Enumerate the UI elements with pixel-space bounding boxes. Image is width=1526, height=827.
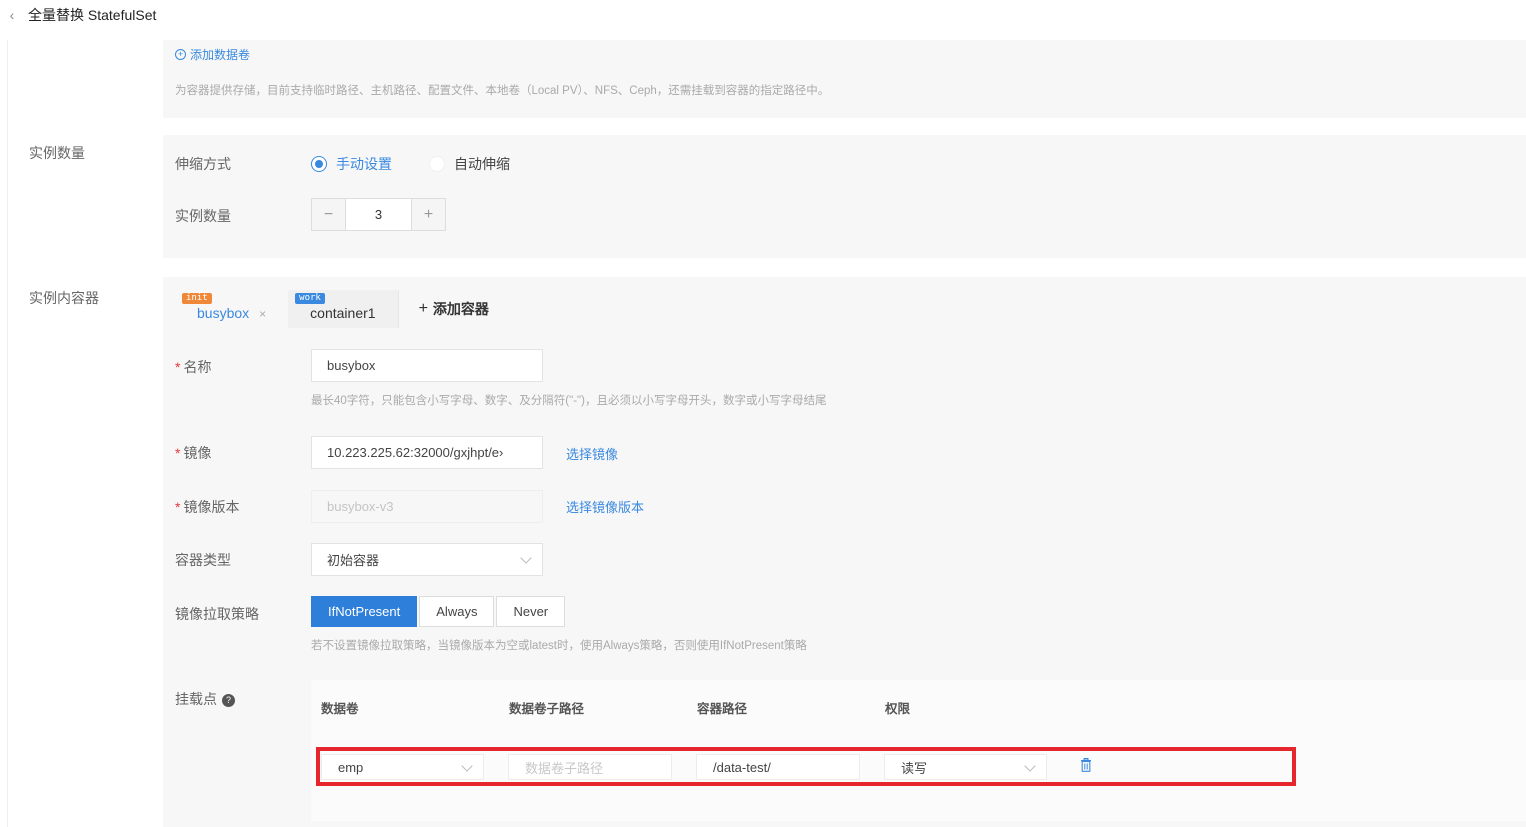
mount-row: emp 数据卷子路径 /data-test/ 读写 bbox=[316, 747, 1296, 786]
containers-section-label: 实例内容器 bbox=[29, 290, 99, 306]
image-label: * 镜像 bbox=[175, 445, 212, 461]
column-header: 权限 bbox=[885, 702, 911, 716]
subpath-input[interactable]: 数据卷子路径 bbox=[508, 754, 672, 780]
container-tabs: init busybox × work container1 + 添加容器 bbox=[175, 290, 509, 328]
column-header: 容器路径 bbox=[697, 702, 748, 716]
volumes-panel bbox=[163, 40, 1526, 118]
pull-option-always[interactable]: Always bbox=[419, 596, 495, 627]
trash-icon[interactable] bbox=[1080, 758, 1092, 772]
plus-circle-icon: + bbox=[175, 49, 186, 60]
radio-dot-icon bbox=[429, 156, 445, 172]
column-header: 数据卷 bbox=[321, 702, 359, 716]
scaling-label: 伸缩方式 bbox=[175, 156, 231, 172]
container-path-input[interactable]: /data-test/ bbox=[696, 754, 860, 780]
volume-value: emp bbox=[338, 759, 364, 775]
replica-count-label: 实例数量 bbox=[175, 208, 231, 224]
add-container-tab[interactable]: + 添加容器 bbox=[397, 290, 509, 328]
permission-select[interactable]: 读写 bbox=[884, 754, 1047, 780]
pull-policy-segmented: IfNotPresent Always Never bbox=[311, 596, 566, 627]
volume-select[interactable]: emp bbox=[321, 754, 484, 780]
replica-count-value[interactable]: 3 bbox=[345, 199, 412, 230]
pull-policy-label: 镜像拉取策略 bbox=[175, 606, 259, 622]
tab-label: container1 bbox=[310, 305, 376, 321]
plus-icon: + bbox=[418, 300, 428, 317]
tab-label: busybox bbox=[197, 305, 250, 321]
help-icon[interactable]: ? bbox=[222, 693, 235, 707]
mount-table: 数据卷 数据卷子路径 容器路径 权限 emp 数据卷子路径 /data-test… bbox=[311, 680, 1526, 821]
name-hint: 最长40字符，只能包含小写字母、数字、及分隔符("-")，且必须以小写字母开头，… bbox=[311, 395, 827, 407]
image-input[interactable]: 10.223.225.62:32000/gxjhpt/e› bbox=[311, 436, 543, 469]
container-type-select[interactable]: 初始容器 bbox=[311, 543, 543, 576]
chevron-down-icon bbox=[461, 760, 473, 772]
mount-label: 挂载点? bbox=[175, 689, 235, 709]
chevron-down-icon bbox=[520, 552, 532, 564]
radio-auto-label: 自动伸缩 bbox=[454, 156, 510, 172]
pull-policy-hint: 若不设置镜像拉取策略，当镜像版本为空或latest时，使用Always策略，否则… bbox=[311, 640, 807, 652]
radio-dot-icon bbox=[311, 156, 327, 172]
select-image-link[interactable]: 选择镜像 bbox=[566, 444, 618, 463]
column-header: 数据卷子路径 bbox=[509, 702, 585, 716]
init-badge: init bbox=[182, 293, 212, 304]
chevron-down-icon bbox=[1024, 760, 1036, 772]
radio-manual-scaling[interactable]: 手动设置 bbox=[311, 154, 392, 174]
pull-option-ifnotpresent[interactable]: IfNotPresent bbox=[311, 596, 418, 627]
add-container-label: 添加容器 bbox=[432, 301, 489, 317]
increment-button[interactable]: + bbox=[412, 199, 445, 230]
replicas-section-label: 实例数量 bbox=[29, 145, 85, 161]
permission-value: 读写 bbox=[901, 760, 928, 776]
close-icon[interactable]: × bbox=[259, 307, 266, 321]
tab-busybox[interactable]: init busybox × bbox=[175, 290, 289, 328]
container-type-label: 容器类型 bbox=[175, 552, 231, 568]
volumes-hint: 为容器提供存储，目前支持临时路径、主机路径、配置文件、本地卷（Local PV）… bbox=[175, 85, 830, 97]
work-badge: work bbox=[295, 293, 325, 304]
radio-auto-scaling[interactable]: 自动伸缩 bbox=[429, 154, 510, 174]
select-image-version-link[interactable]: 选择镜像版本 bbox=[566, 497, 644, 516]
mount-table-header: 数据卷 数据卷子路径 容器路径 权限 bbox=[311, 680, 1526, 730]
decrement-button[interactable]: − bbox=[312, 199, 345, 230]
tab-container1[interactable]: work container1 bbox=[288, 290, 397, 328]
container-name-input[interactable]: busybox bbox=[311, 349, 543, 382]
left-divider bbox=[7, 40, 8, 827]
radio-manual-label: 手动设置 bbox=[336, 156, 392, 172]
back-arrow-icon[interactable]: ‹ bbox=[4, 7, 20, 23]
name-label: * 名称 bbox=[175, 359, 212, 375]
add-volume-label: 添加数据卷 bbox=[190, 48, 251, 62]
add-volume-link[interactable]: + 添加数据卷 bbox=[175, 46, 250, 63]
pull-option-never[interactable]: Never bbox=[496, 596, 566, 627]
container-type-value: 初始容器 bbox=[327, 553, 380, 568]
replica-count-stepper: − 3 + bbox=[311, 198, 446, 231]
top-bar: ‹ 全量替换 StatefulSet bbox=[0, 0, 1526, 30]
image-version-input: busybox-v3 bbox=[311, 490, 543, 523]
page-title: 全量替换 StatefulSet bbox=[28, 7, 157, 23]
image-version-label: * 镜像版本 bbox=[175, 499, 240, 515]
